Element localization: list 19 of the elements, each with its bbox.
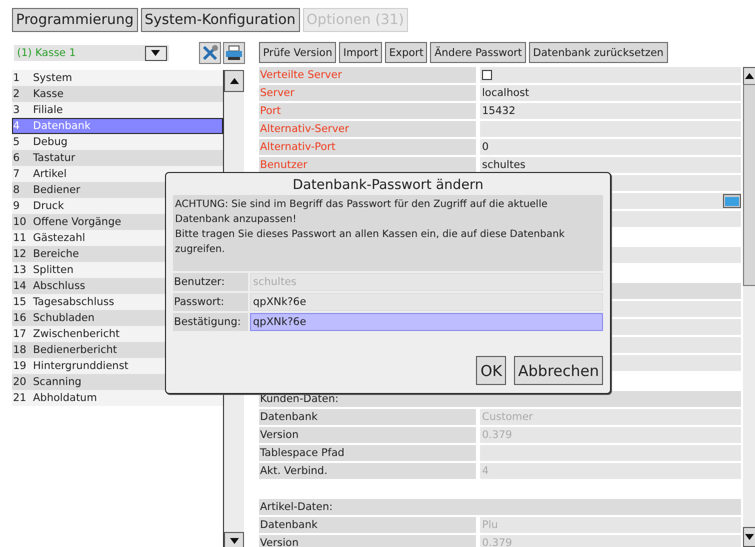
setting-label: Verteilte Server <box>259 67 476 83</box>
section-title: Kunden-Daten: <box>260 393 339 405</box>
field-label: Benutzer: <box>173 273 248 291</box>
setting-label: Server <box>259 85 476 101</box>
section-title: Artikel-Daten: <box>260 501 333 513</box>
setting-label: Alternativ-Port <box>259 139 476 155</box>
setting-label: Benutzer <box>259 157 476 173</box>
warning-message: ACHTUNG: Sie sind im Begriff das Passwort für den Zugriff auf die aktuelle Datenbank anzupassen! Bitte tragen Sie dieses Passwort an allen Kassen ein, die auf diese Datenbank zugreifen. <box>173 195 603 271</box>
setting-label: Datenbank <box>259 409 476 425</box>
setting-label: Version <box>259 427 476 443</box>
field-label: Passwort: <box>173 293 248 311</box>
setting-label: Akt. Verbind. <box>259 463 476 479</box>
setting-label: Alternativ-Server <box>259 121 476 137</box>
setting-label: Datenbank <box>259 517 476 533</box>
setting-label: Tablespace Pfad <box>259 445 476 461</box>
setting-label: Port <box>259 103 476 119</box>
field-label: Bestätigung: <box>173 313 248 331</box>
dialog-title: Datenbank-Passwort ändern <box>292 176 484 195</box>
setting-label: Version <box>259 535 476 547</box>
